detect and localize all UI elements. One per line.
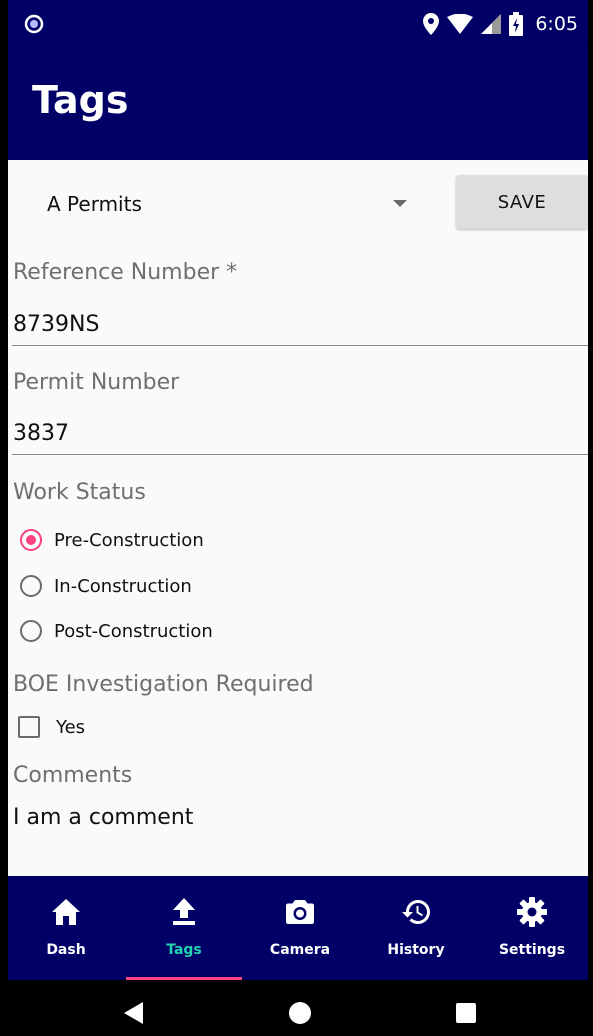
upload-icon <box>173 898 195 925</box>
battery-icon <box>509 12 524 36</box>
category-dropdown[interactable]: A Permits <box>47 190 427 222</box>
app-bar: Tags <box>8 48 588 160</box>
comments-field[interactable]: I am a comment <box>13 805 193 830</box>
boe-yes-checkbox[interactable] <box>18 716 40 738</box>
radio-button[interactable] <box>20 575 42 597</box>
checkbox-label: Yes <box>56 716 86 738</box>
phone-screen: 6:05 Tags A Permits SAVE Reference Numbe… <box>8 0 588 1036</box>
page-title: Tags <box>32 78 129 122</box>
save-button[interactable]: SAVE <box>456 175 588 229</box>
recents-icon[interactable] <box>456 1003 476 1023</box>
home-icon <box>52 899 80 925</box>
reference-number-label: Reference Number * <box>13 260 238 285</box>
dropdown-arrow-icon <box>393 200 407 207</box>
radio-button[interactable] <box>20 620 42 642</box>
boe-investigation-label: BOE Investigation Required <box>13 672 314 697</box>
permit-number-label: Permit Number <box>13 370 180 395</box>
nav-item-camera[interactable]: Camera <box>242 876 358 980</box>
nav-item-tags[interactable]: Tags <box>126 876 242 980</box>
nav-item-dash[interactable]: Dash <box>8 876 124 980</box>
nav-item-history[interactable]: History <box>358 876 474 980</box>
category-dropdown-value: A Permits <box>47 192 142 216</box>
comments-label: Comments <box>13 763 133 788</box>
tags-form: A Permits SAVE Reference Number * 8739NS… <box>8 160 588 876</box>
nav-label: Tags <box>166 942 202 958</box>
nav-label: History <box>387 942 445 958</box>
radio-label: In-Construction <box>54 575 192 597</box>
status-icons: 6:05 <box>423 10 578 38</box>
radio-button-checked[interactable] <box>20 529 42 551</box>
system-navigation-bar <box>8 980 588 1036</box>
nav-item-settings[interactable]: Settings <box>474 876 588 980</box>
home-circle-icon[interactable] <box>289 1002 311 1024</box>
nav-label: Settings <box>498 942 566 958</box>
boe-investigation-checkbox-row[interactable]: Yes <box>18 712 85 742</box>
permit-number-field[interactable]: 3837 <box>13 421 69 446</box>
history-icon <box>402 900 430 924</box>
gear-icon <box>517 897 547 927</box>
radio-label: Pre-Construction <box>54 529 204 551</box>
radio-pre-construction[interactable]: Pre-Construction <box>20 525 204 555</box>
work-status-label: Work Status <box>13 480 146 505</box>
nav-label: Camera <box>269 942 331 958</box>
back-icon[interactable] <box>124 1002 143 1024</box>
radio-post-construction[interactable]: Post-Construction <box>20 616 213 646</box>
location-icon <box>423 13 440 35</box>
nav-label: Dash <box>46 942 86 958</box>
reference-number-underline <box>12 345 588 346</box>
reference-number-field[interactable]: 8739NS <box>13 312 99 337</box>
radio-label: Post-Construction <box>54 620 213 642</box>
wifi-icon <box>447 14 474 34</box>
notification-icon <box>24 14 44 34</box>
status-time: 6:05 <box>535 13 578 35</box>
camera-icon <box>286 900 314 924</box>
status-bar: 6:05 <box>8 0 588 48</box>
bottom-navigation: Dash Tags Camera History Settings <box>8 876 588 980</box>
permit-number-underline <box>12 454 588 455</box>
signal-icon <box>481 14 502 34</box>
radio-in-construction[interactable]: In-Construction <box>20 571 192 601</box>
